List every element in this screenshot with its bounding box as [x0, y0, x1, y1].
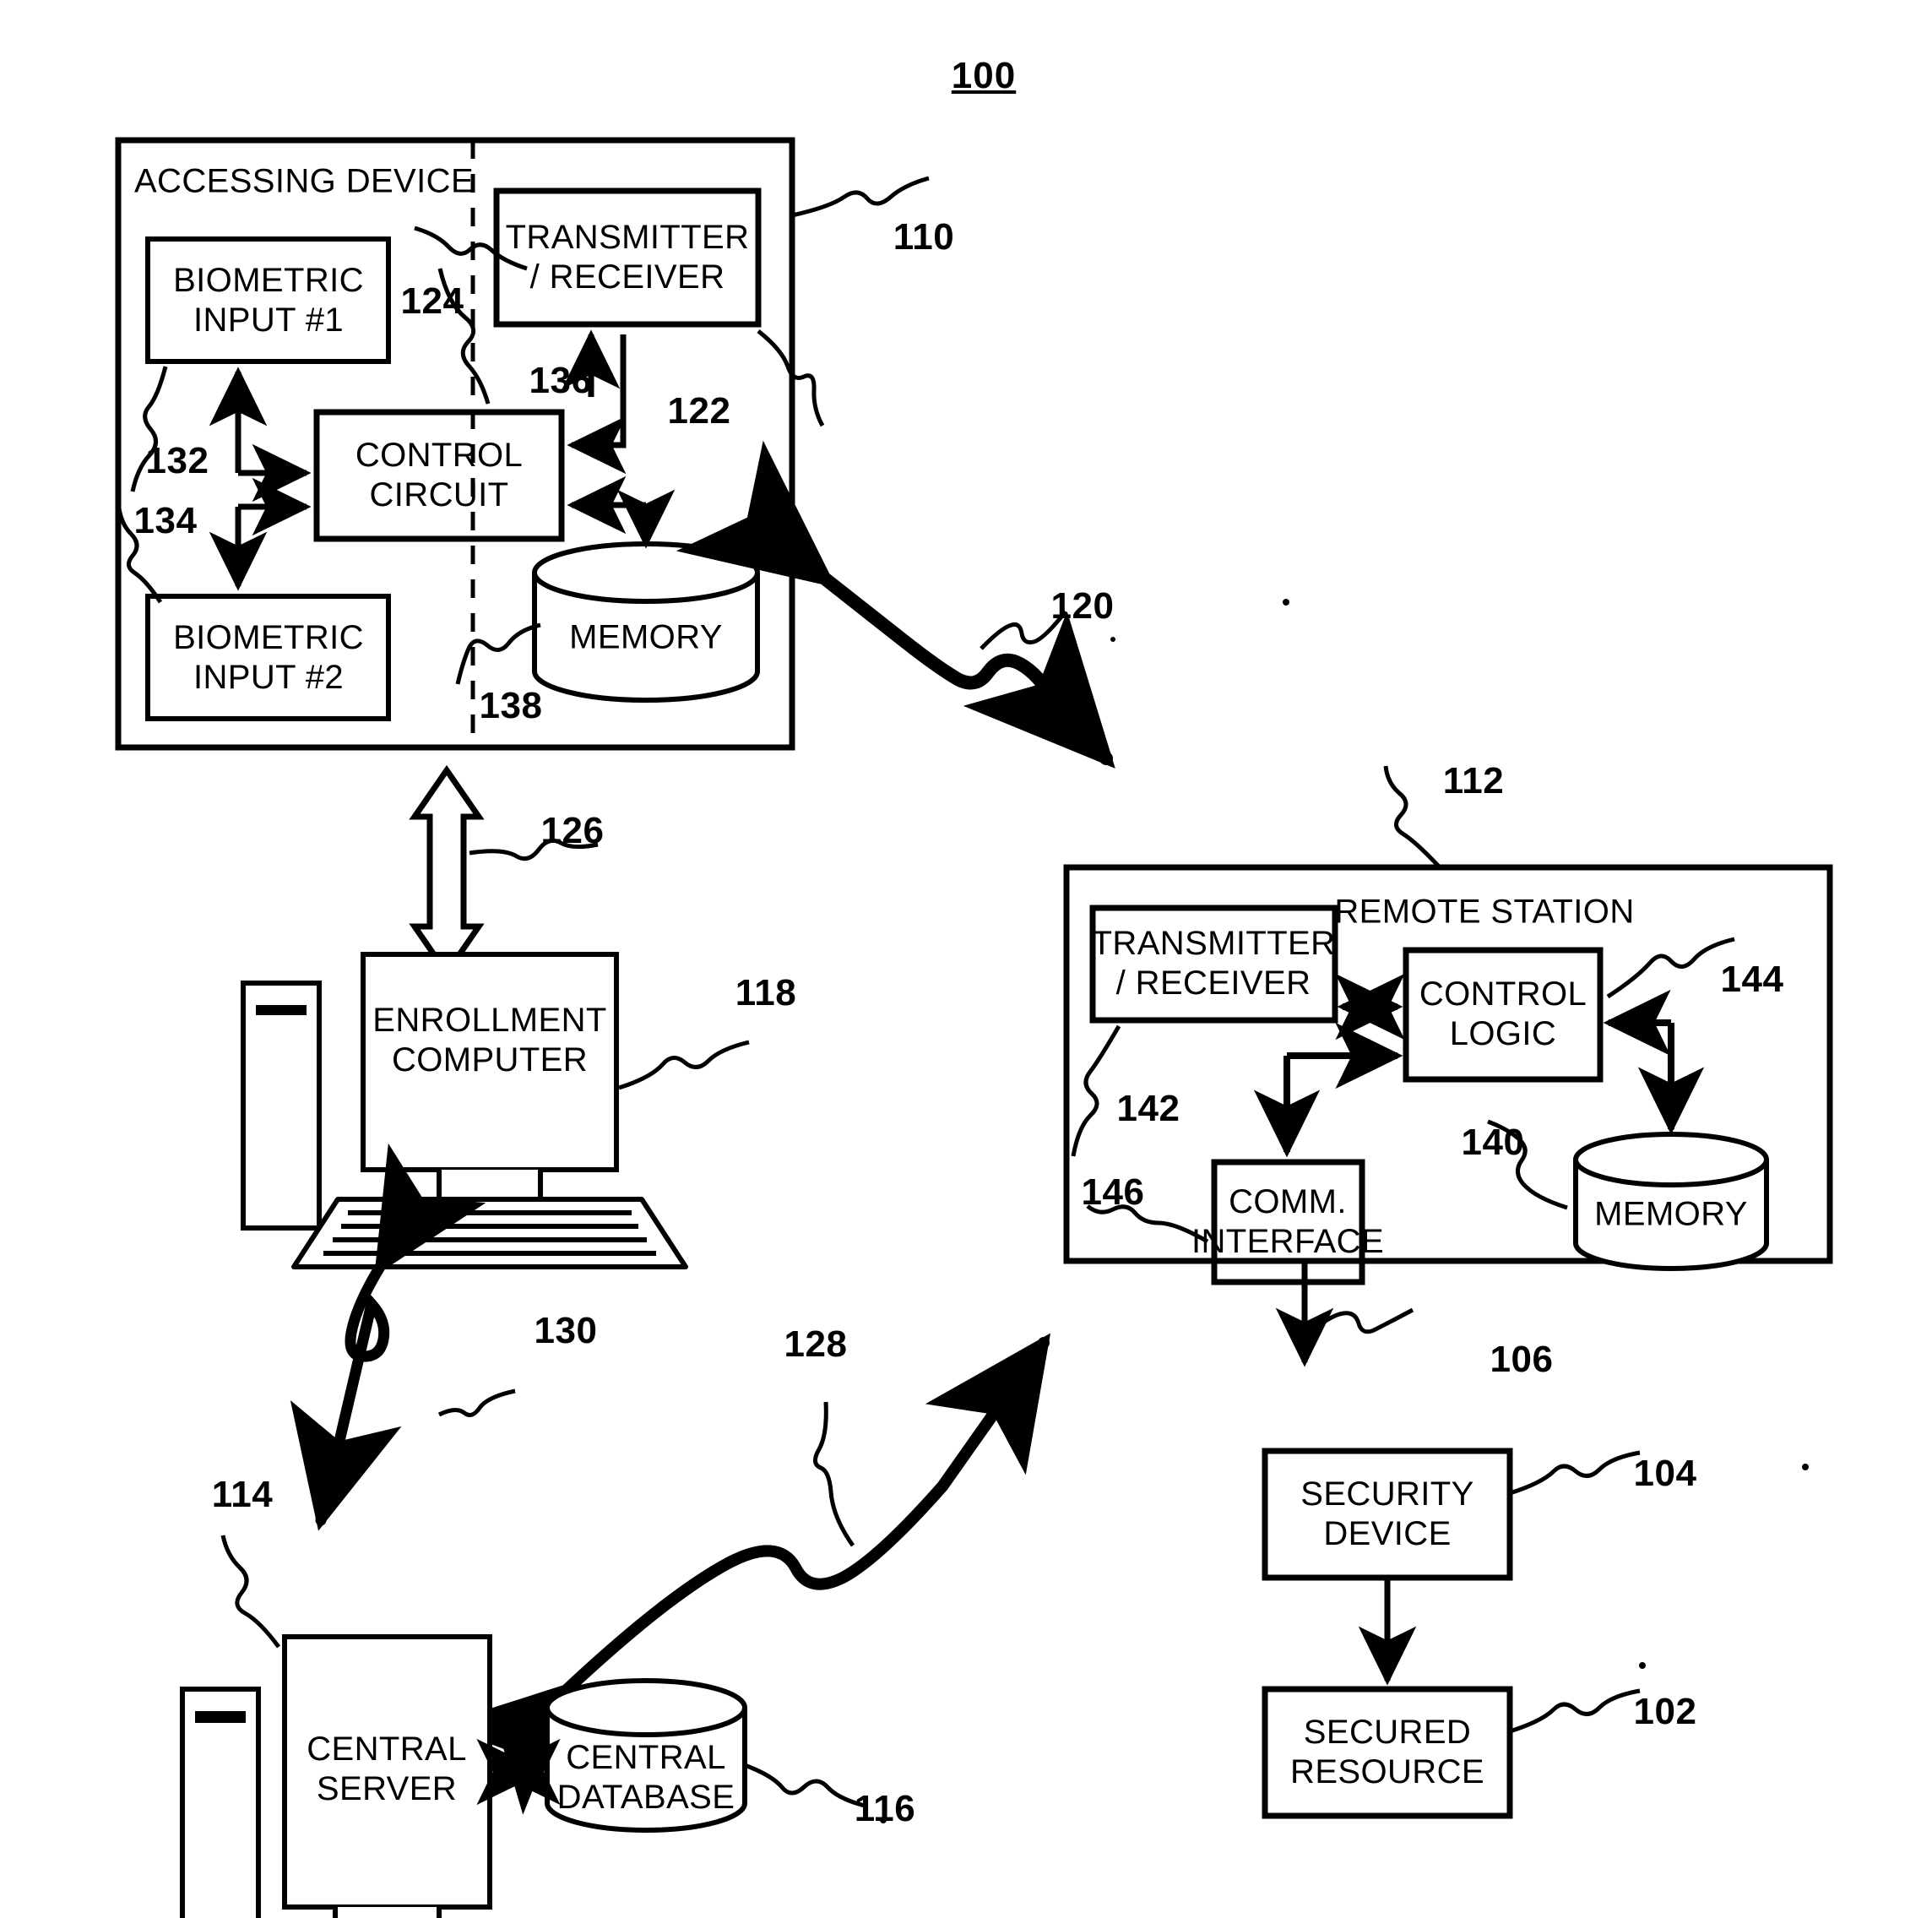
control-logic-box	[1403, 947, 1604, 1083]
enrollment-computer-graphic	[241, 952, 750, 1269]
comm-interface-box	[1211, 1159, 1365, 1285]
biometric-input-2-box	[145, 594, 391, 721]
link-130-wavy-arrow	[290, 1143, 516, 1531]
biometric-input-1-box	[145, 236, 391, 364]
central-database-cylinder	[545, 1678, 866, 1833]
remote-memory-cylinder	[1573, 1132, 1769, 1271]
link-128-wavy-arrow	[438, 1333, 1051, 1815]
accessing-memory-cylinder	[532, 541, 760, 703]
link-126-hollow-arrow	[409, 764, 599, 979]
secured-resource-box	[1262, 1686, 1513, 1819]
patent-figure: 100 ACCESSING DEVICE BIOMETRIC INPUT #1 …	[0, 0, 1932, 1918]
wireless-link-120	[676, 440, 1115, 769]
central-server-graphic	[180, 1535, 492, 1918]
remote-transmitter-receiver-box	[1089, 905, 1338, 1024]
security-device-box	[1262, 1448, 1513, 1581]
accessing-transmitter-receiver-box	[493, 187, 762, 328]
control-circuit-box	[313, 409, 565, 542]
diagram-canvas	[115, 137, 1833, 1918]
